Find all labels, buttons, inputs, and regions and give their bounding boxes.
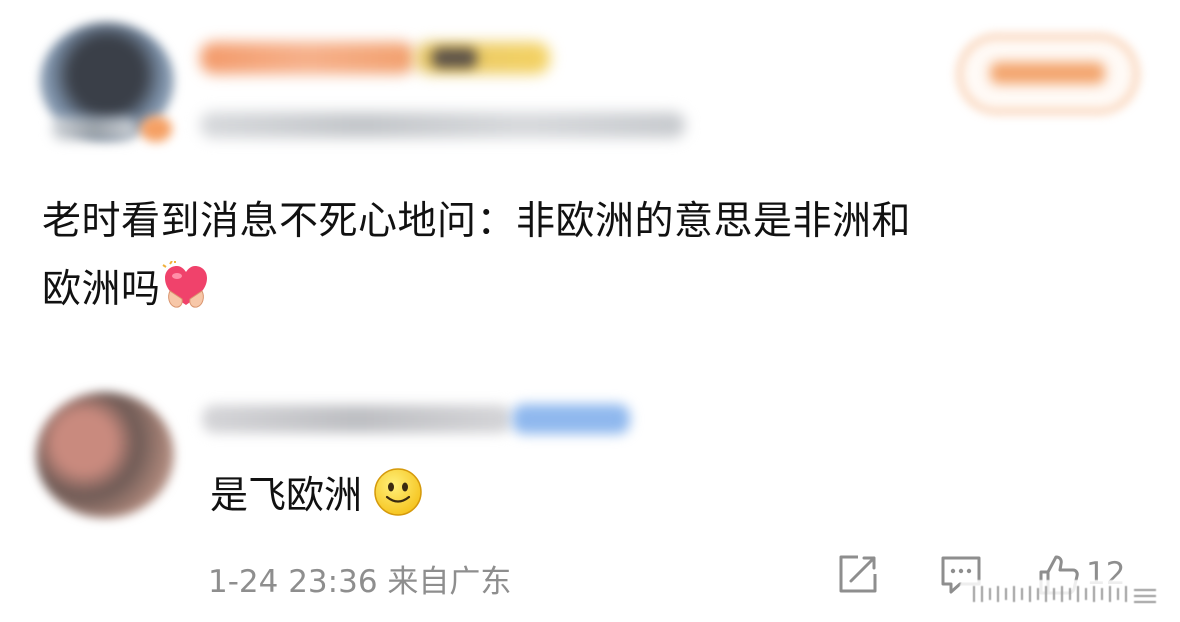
comment-meta: 1-24 23:36 来自广东: [208, 556, 511, 601]
post-meta-icon-blurred: [52, 118, 137, 140]
commenter-avatar[interactable]: [36, 392, 174, 518]
commenter-tag-blurred: [512, 404, 630, 434]
post-meta-dot-blurred: [140, 116, 172, 142]
follow-button-label-blurred: [990, 62, 1105, 84]
post-text-line-1: 老时看到消息不死心地问：非欧洲的意思是非洲和: [42, 199, 912, 244]
heart-hands-icon: [161, 260, 211, 311]
share-icon[interactable]: [834, 552, 880, 598]
comment-time: 1-24 23:36: [208, 564, 378, 600]
commenter-name-blurred[interactable]: [202, 405, 512, 433]
post-text-line-2: 欧洲吗: [42, 256, 1142, 324]
comment-location: 来自广东: [387, 564, 512, 600]
member-badge-mark: [432, 48, 477, 68]
post-text: 老时看到消息不死心地问：非欧洲的意思是非洲和 欧洲吗: [42, 188, 1142, 324]
post-author-name-blurred[interactable]: [200, 42, 415, 74]
post-text-line-2-text: 欧洲吗: [42, 267, 161, 312]
comment-text-content: 是飞欧洲: [210, 473, 363, 517]
comment-text: 是飞欧洲: [210, 466, 424, 522]
watermark-logo: [960, 580, 1176, 608]
smiley-icon: [372, 466, 424, 518]
post-meta-line-blurred: [200, 112, 685, 138]
